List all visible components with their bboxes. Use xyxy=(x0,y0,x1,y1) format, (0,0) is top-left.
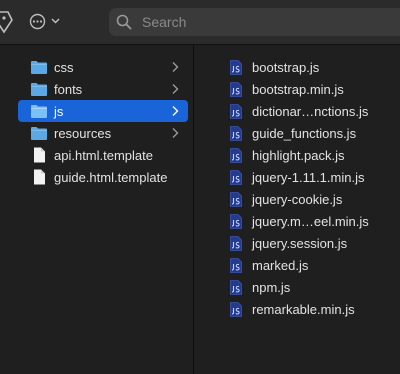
file-name: highlight.pack.js xyxy=(252,147,345,163)
javascript-file-icon xyxy=(230,235,242,251)
file-name: jquery.session.js xyxy=(252,235,348,251)
js-file-item[interactable]: bootstrap.js xyxy=(230,56,400,78)
javascript-file-icon xyxy=(230,301,242,317)
file-name: remarkable.min.js xyxy=(252,301,355,317)
js-file-item[interactable]: jquery.session.js xyxy=(230,232,400,254)
file-name: npm.js xyxy=(252,279,291,295)
chevron-right-icon xyxy=(172,84,179,94)
folder-icon xyxy=(31,61,47,74)
tag-icon[interactable] xyxy=(0,10,14,34)
js-file-item[interactable]: remarkable.min.js xyxy=(230,298,400,320)
chevron-down-icon xyxy=(51,18,60,24)
file-list: bootstrap.js bootstrap.min.js dictionar…nc… xyxy=(230,56,400,320)
folder-item[interactable]: fonts xyxy=(18,78,188,100)
item-label: resources xyxy=(54,125,112,141)
parent-folder-column: css fonts js resources api.html.template guid… xyxy=(0,45,194,374)
file-name: bootstrap.js xyxy=(252,59,320,75)
js-file-item[interactable]: bootstrap.min.js xyxy=(230,78,400,100)
javascript-file-icon xyxy=(230,169,242,185)
finder-toolbar xyxy=(0,0,400,45)
javascript-file-icon xyxy=(230,191,242,207)
javascript-file-icon xyxy=(230,59,242,75)
item-label: guide.html.template xyxy=(54,169,168,185)
folder-icon xyxy=(31,105,47,118)
file-item[interactable]: guide.html.template xyxy=(18,166,188,188)
file-name: marked.js xyxy=(252,257,309,273)
javascript-file-icon xyxy=(230,257,242,273)
item-label: css xyxy=(54,59,74,75)
folder-icon xyxy=(31,127,47,140)
chevron-right-icon xyxy=(172,106,179,116)
chevron-right-icon xyxy=(172,62,179,72)
javascript-file-icon xyxy=(230,147,242,163)
search-icon xyxy=(116,14,132,30)
js-folder-column: bootstrap.js bootstrap.min.js dictionar…nc… xyxy=(194,45,400,374)
js-file-item[interactable]: dictionar…nctions.js xyxy=(230,100,400,122)
js-file-item[interactable]: jquery-1.11.1.min.js xyxy=(230,166,400,188)
item-label: fonts xyxy=(54,81,83,97)
file-item[interactable]: api.html.template xyxy=(18,144,188,166)
javascript-file-icon xyxy=(230,279,242,295)
file-name: jquery-1.11.1.min.js xyxy=(252,169,365,185)
ellipsis-circle-icon xyxy=(29,13,46,29)
javascript-file-icon xyxy=(230,81,242,97)
js-file-item[interactable]: marked.js xyxy=(230,254,400,276)
document-icon xyxy=(34,147,45,163)
item-label: js xyxy=(54,103,64,119)
folder-item[interactable]: css xyxy=(18,56,188,78)
file-name: bootstrap.min.js xyxy=(252,81,344,97)
javascript-file-icon xyxy=(230,125,242,141)
js-file-item[interactable]: jquery.m…eel.min.js xyxy=(230,210,400,232)
folder-item[interactable]: js xyxy=(18,100,188,122)
js-file-item[interactable]: guide_functions.js xyxy=(230,122,400,144)
file-name: jquery-cookie.js xyxy=(252,191,343,207)
folder-list: css fonts js resources api.html.template guid… xyxy=(18,56,188,188)
action-menu-button[interactable] xyxy=(29,10,65,32)
javascript-file-icon xyxy=(230,213,242,229)
search-field[interactable] xyxy=(109,8,400,36)
file-name: jquery.m…eel.min.js xyxy=(252,213,369,229)
file-name: dictionar…nctions.js xyxy=(252,103,369,119)
folder-item[interactable]: resources xyxy=(18,122,188,144)
document-icon xyxy=(34,169,45,185)
search-input[interactable] xyxy=(140,13,384,31)
js-file-item[interactable]: highlight.pack.js xyxy=(230,144,400,166)
file-name: guide_functions.js xyxy=(252,125,357,141)
item-label: api.html.template xyxy=(54,147,153,163)
javascript-file-icon xyxy=(230,103,242,119)
folder-icon xyxy=(31,83,47,96)
chevron-right-icon xyxy=(172,128,179,138)
js-file-item[interactable]: jquery-cookie.js xyxy=(230,188,400,210)
js-file-item[interactable]: npm.js xyxy=(230,276,400,298)
